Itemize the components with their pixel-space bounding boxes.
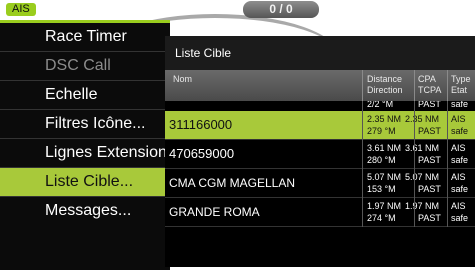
target-list-panel: Liste Cible Nom Distance Direction CPA T… — [165, 36, 475, 267]
menu-item-race-timer[interactable]: Race Timer — [0, 23, 170, 51]
menu-item-label: Lignes Extension — [45, 144, 167, 161]
menu-item-label: Liste Cible... — [45, 173, 134, 190]
cell-type: AIS — [451, 201, 466, 211]
table-row[interactable]: 311166000 2.35 NM 279 °M 2.35 NM PAST AI… — [165, 111, 475, 140]
cell-type: AIS — [451, 143, 466, 153]
column-divider — [447, 70, 448, 101]
cell-cpa: 1.97 NM — [405, 201, 440, 211]
cell-name: GRANDE ROMA — [169, 205, 260, 219]
column-header-label: Type — [451, 74, 471, 84]
table-row[interactable]: GRANDE ROMA 1.97 NM 274 °M 1.97 NM PAST … — [165, 198, 475, 227]
panel-title: Liste Cible — [165, 36, 475, 70]
cell-name: 311166000 — [169, 117, 233, 132]
column-header-label: Distance — [367, 74, 403, 84]
menu-item-label: Messages... — [45, 202, 132, 219]
cell-tcpa: PAST — [418, 213, 441, 223]
cell-cpa: 3.61 NM — [405, 143, 440, 153]
column-header-name[interactable]: Nom — [173, 74, 192, 85]
cell-type: AIS — [451, 172, 466, 182]
menu-item-label: Race Timer — [45, 28, 127, 45]
menu-item-liste-cible[interactable]: Liste Cible... — [0, 168, 170, 196]
column-header-label: Etat — [451, 85, 468, 95]
cell-state: safe — [451, 155, 469, 165]
cell-distance: 1.97 NM — [367, 201, 402, 211]
column-header-cpa[interactable]: CPA TCPA — [418, 74, 441, 96]
table-row-partial[interactable]: 2/2 °M PAST safe — [165, 101, 475, 111]
column-header-label: Direction — [367, 85, 403, 95]
menu-item-echelle[interactable]: Echelle — [0, 81, 170, 109]
cell-state: safe — [451, 126, 469, 136]
menu-item-label: Echelle — [45, 86, 98, 103]
cell-distance: 5.07 NM — [367, 172, 402, 182]
target-counter: 0 / 0 — [243, 1, 319, 18]
menu-item-filtres-icone[interactable]: Filtres Icône... — [0, 110, 170, 138]
cell-tcpa: PAST — [418, 155, 441, 165]
cell-state: safe — [451, 101, 469, 109]
context-menu: Race Timer DSC Call Echelle Filtres Icôn… — [0, 20, 170, 270]
menu-item-label: Filtres Icône... — [45, 115, 146, 132]
cell-tcpa: PAST — [418, 184, 441, 194]
menu-item-dsc-call[interactable]: DSC Call — [0, 52, 170, 80]
column-header-label: TCPA — [418, 85, 442, 95]
cell-cpa: 5.07 NM — [405, 172, 440, 182]
table-row[interactable]: CMA CGM MAGELLAN 5.07 NM 153 °M 5.07 NM … — [165, 169, 475, 198]
cell-direction: 280 °M — [367, 155, 396, 165]
table-header: Nom Distance Direction CPA TCPA Type Eta… — [165, 70, 475, 101]
ais-badge: AIS — [6, 3, 36, 16]
cell-state: safe — [451, 213, 469, 223]
cell-direction: 274 °M — [367, 213, 396, 223]
cell-state: safe — [451, 184, 469, 194]
cell-direction: 153 °M — [367, 184, 396, 194]
cell-name: CMA CGM MAGELLAN — [169, 176, 296, 190]
cell-distance: 3.61 NM — [367, 143, 402, 153]
cell-cpa: 2.35 NM — [405, 114, 440, 124]
menu-item-lignes-extension[interactable]: Lignes Extension — [0, 139, 170, 167]
column-divider — [362, 70, 363, 101]
column-divider — [447, 101, 448, 227]
cell-distance: 2.35 NM — [367, 114, 402, 124]
menu-item-messages[interactable]: Messages... — [0, 197, 170, 225]
column-divider — [414, 101, 415, 227]
table-row[interactable]: 470659000 3.61 NM 280 °M 3.61 NM PAST AI… — [165, 140, 475, 169]
column-divider — [362, 101, 363, 227]
menu-item-label: DSC Call — [45, 57, 111, 74]
cell-type: AIS — [451, 114, 466, 124]
cell-name: 470659000 — [169, 146, 235, 161]
column-header-distance[interactable]: Distance Direction — [367, 74, 403, 96]
cell-tcpa: PAST — [418, 126, 441, 136]
cell-direction: 279 °M — [367, 126, 396, 136]
column-divider — [414, 70, 415, 101]
cell-direction: 2/2 °M — [367, 101, 394, 109]
top-bar: AIS 0 / 0 — [0, 0, 475, 20]
column-header-label: CPA — [418, 74, 436, 84]
column-header-type[interactable]: Type Etat — [451, 74, 471, 96]
cell-tcpa: PAST — [418, 101, 441, 109]
